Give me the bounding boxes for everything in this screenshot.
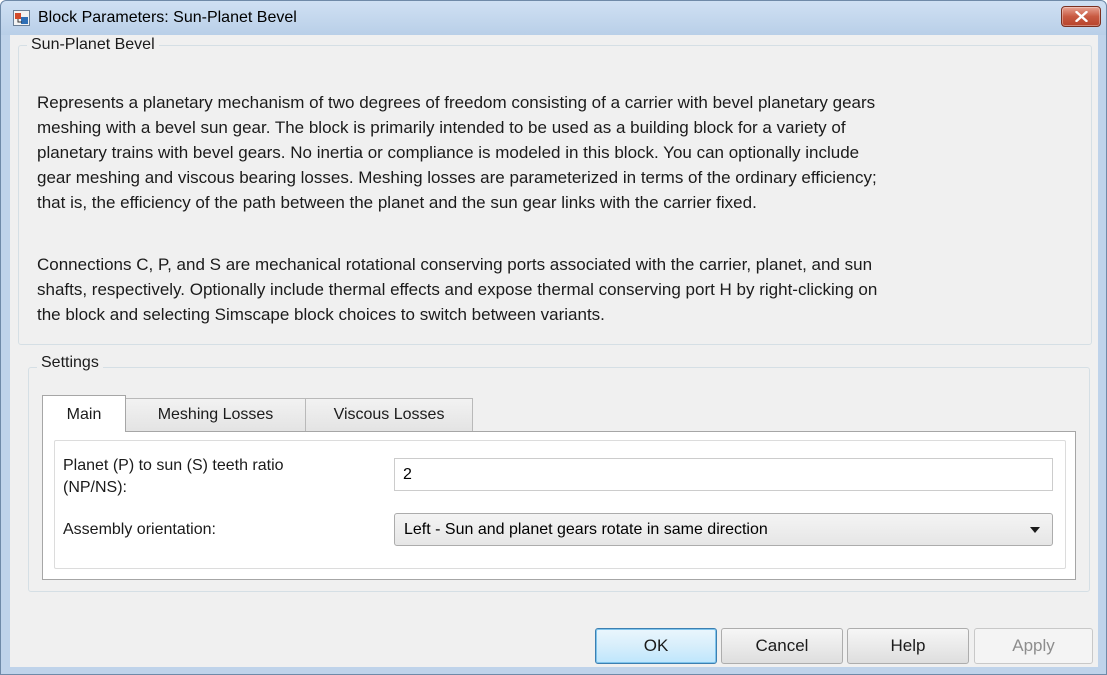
description-line: gear meshing and viscous bearing losses.… bbox=[37, 168, 877, 187]
chevron-down-icon bbox=[1030, 527, 1040, 533]
teeth-ratio-input[interactable] bbox=[394, 458, 1053, 491]
description-paragraph-2: Connections C, P, and S are mechanical r… bbox=[37, 252, 1097, 327]
description-paragraph-1: Represents a planetary mechanism of two … bbox=[37, 90, 1097, 215]
teeth-ratio-label: Planet (P) to sun (S) teeth ratio (NP/NS… bbox=[63, 455, 284, 499]
ok-button[interactable]: OK bbox=[595, 628, 717, 664]
assembly-orientation-dropdown[interactable]: Left - Sun and planet gears rotate in sa… bbox=[394, 513, 1053, 546]
dialog-window: Block Parameters: Sun-Planet Bevel Sun-P… bbox=[0, 0, 1107, 675]
close-icon bbox=[1075, 11, 1088, 22]
description-line: Represents a planetary mechanism of two … bbox=[37, 93, 876, 112]
settings-group-label: Settings bbox=[37, 354, 103, 372]
teeth-ratio-label-line2: (NP/NS): bbox=[63, 479, 127, 496]
tab-main[interactable]: Main bbox=[42, 395, 126, 432]
close-button[interactable] bbox=[1061, 6, 1101, 27]
description-line: planetary trains with bevel gears. No in… bbox=[37, 143, 860, 162]
cancel-button[interactable]: Cancel bbox=[721, 628, 843, 664]
tab-panel-main bbox=[42, 431, 1076, 580]
apply-button[interactable]: Apply bbox=[974, 628, 1093, 664]
simulink-block-icon bbox=[13, 10, 30, 26]
description-line: shafts, respectively. Optionally include… bbox=[37, 280, 878, 299]
description-line: Connections C, P, and S are mechanical r… bbox=[37, 255, 873, 274]
assembly-orientation-label: Assembly orientation: bbox=[63, 521, 216, 538]
tab-meshing-losses[interactable]: Meshing Losses bbox=[125, 398, 306, 432]
assembly-orientation-value: Left - Sun and planet gears rotate in sa… bbox=[404, 521, 768, 538]
teeth-ratio-label-line1: Planet (P) to sun (S) teeth ratio bbox=[63, 457, 284, 474]
description-line: meshing with a bevel sun gear. The block… bbox=[37, 118, 846, 137]
tab-viscous-losses[interactable]: Viscous Losses bbox=[305, 398, 473, 432]
description-line: the block and selecting Simscape block c… bbox=[37, 305, 605, 324]
title-bar[interactable]: Block Parameters: Sun-Planet Bevel bbox=[1, 1, 1106, 35]
description-line: that is, the efficiency of the path betw… bbox=[37, 193, 757, 212]
help-button[interactable]: Help bbox=[847, 628, 969, 664]
description-group-label: Sun-Planet Bevel bbox=[27, 36, 159, 54]
window-title: Block Parameters: Sun-Planet Bevel bbox=[38, 9, 297, 26]
